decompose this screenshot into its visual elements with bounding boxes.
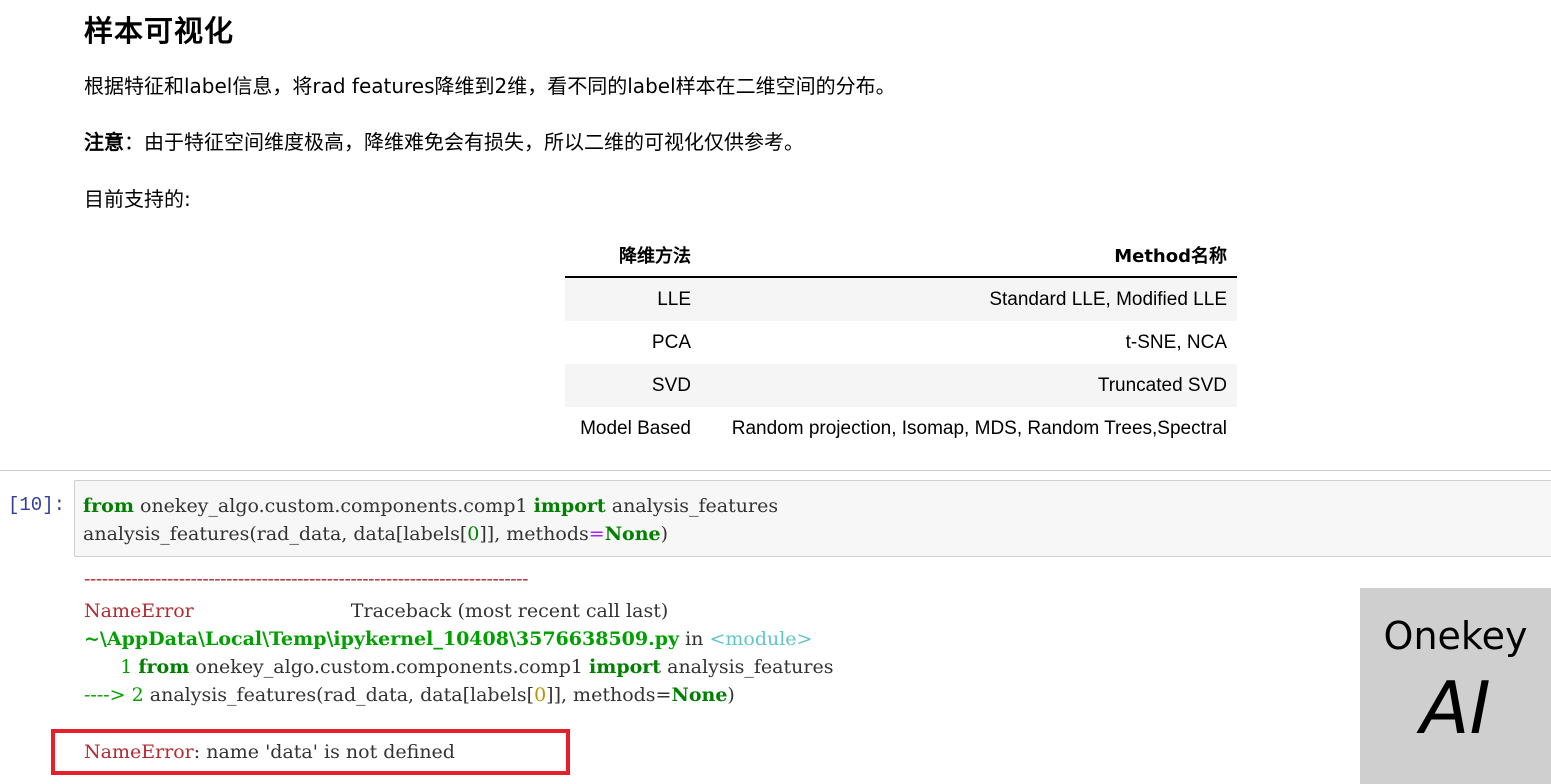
section-heading: 样本可视化 xyxy=(84,14,235,48)
error-name: NameError xyxy=(84,600,194,622)
description-paragraph: 根据特征和label信息，将rad features降维到2维，看不同的labe… xyxy=(84,74,896,98)
logo-text-top: Onekey xyxy=(1383,614,1528,658)
table-row: PCA t-SNE, NCA xyxy=(565,321,1237,364)
code-keyword: import xyxy=(589,656,662,678)
note-text: ：由于特征空间维度极高，降维难免会有损失，所以二维的可视化仅供参考。 xyxy=(124,130,804,154)
traceback-line: 1 from onekey_algo.custom.components.com… xyxy=(84,656,833,678)
code-editor[interactable]: from onekey_algo.custom.components.comp1… xyxy=(74,480,1551,557)
code-line: from onekey_algo.custom.components.comp1… xyxy=(83,495,778,517)
code-text: ]], methods= xyxy=(546,684,672,706)
traceback-line-current: ----> 2 analysis_features(rad_data, data… xyxy=(84,684,735,706)
code-text: analysis_features(rad_data, data[labels[ xyxy=(83,523,468,545)
traceback-separator: ----------------------------------------… xyxy=(84,568,529,590)
code-keyword: from xyxy=(83,495,134,517)
traceback-file: ~\AppData\Local\Temp\ipykernel_10408\357… xyxy=(84,628,812,650)
methods-table: 降维方法 Method名称 LLE Standard LLE, Modified… xyxy=(565,234,1237,450)
error-name: NameError xyxy=(84,741,194,763)
code-operator: = xyxy=(588,523,605,545)
in-text: in xyxy=(679,628,710,650)
code-module: onekey_algo.custom.components.comp1 xyxy=(133,495,534,517)
code-number: 0 xyxy=(467,523,480,545)
logo-text-bottom: AI xyxy=(1420,666,1491,750)
code-name: analysis_features xyxy=(605,495,779,517)
code-text: ]], methods xyxy=(479,523,589,545)
traceback-label: Traceback (most recent call last) xyxy=(193,600,669,622)
table-cell: Standard LLE, Modified LLE xyxy=(989,288,1227,310)
table-cell: Truncated SVD xyxy=(1097,374,1227,396)
line-number: 1 xyxy=(84,656,139,678)
code-name: analysis_features xyxy=(661,656,834,678)
code-keyword: import xyxy=(533,495,606,517)
table-cell: SVD xyxy=(651,374,691,396)
table-row: SVD Truncated SVD xyxy=(565,364,1237,407)
table-row: LLE Standard LLE, Modified LLE xyxy=(565,277,1237,321)
traceback-header: NameError Traceback (most recent call la… xyxy=(84,600,668,622)
code-line: analysis_features(rad_data, data[labels[… xyxy=(83,523,668,545)
code-module: onekey_algo.custom.components.comp1 xyxy=(189,656,589,678)
code-number: 0 xyxy=(534,684,547,706)
error-message: NameError: name 'data' is not defined xyxy=(84,741,455,763)
code-keyword: from xyxy=(138,656,190,678)
table-header-cell: 降维方法 xyxy=(565,234,701,278)
module-name: <module> xyxy=(709,628,813,650)
table-cell: Random projection, Isomap, MDS, Random T… xyxy=(731,417,1227,439)
supported-label: 目前支持的: xyxy=(84,187,191,211)
table-cell: PCA xyxy=(651,331,691,353)
table-header-cell: Method名称 xyxy=(701,234,1237,278)
table-row: Model Based Random projection, Isomap, M… xyxy=(565,407,1237,450)
onekey-ai-logo: Onekey AI xyxy=(1360,588,1551,784)
table-cell: t-SNE, NCA xyxy=(1125,331,1227,353)
code-text: ) xyxy=(727,684,735,706)
note-paragraph: 注意：由于特征空间维度极高，降维难免会有损失，所以二维的可视化仅供参考。 xyxy=(84,126,804,155)
cell-prompt: [10]: xyxy=(8,494,66,516)
table-cell: Model Based xyxy=(580,417,691,439)
code-text: ) xyxy=(660,523,669,545)
current-line-arrow: ----> 2 xyxy=(84,684,150,706)
table-cell: LLE xyxy=(657,288,691,310)
file-path[interactable]: ~\AppData\Local\Temp\ipykernel_10408\357… xyxy=(84,628,679,650)
code-text: analysis_features(rad_data, data[labels[ xyxy=(149,684,535,706)
table-header-row: 降维方法 Method名称 xyxy=(565,234,1237,278)
code-keyword: None xyxy=(604,523,661,545)
error-text: : name 'data' is not defined xyxy=(193,741,455,763)
cell-divider xyxy=(0,470,1551,471)
code-keyword: None xyxy=(671,684,728,706)
note-label: 注意 xyxy=(84,130,124,154)
